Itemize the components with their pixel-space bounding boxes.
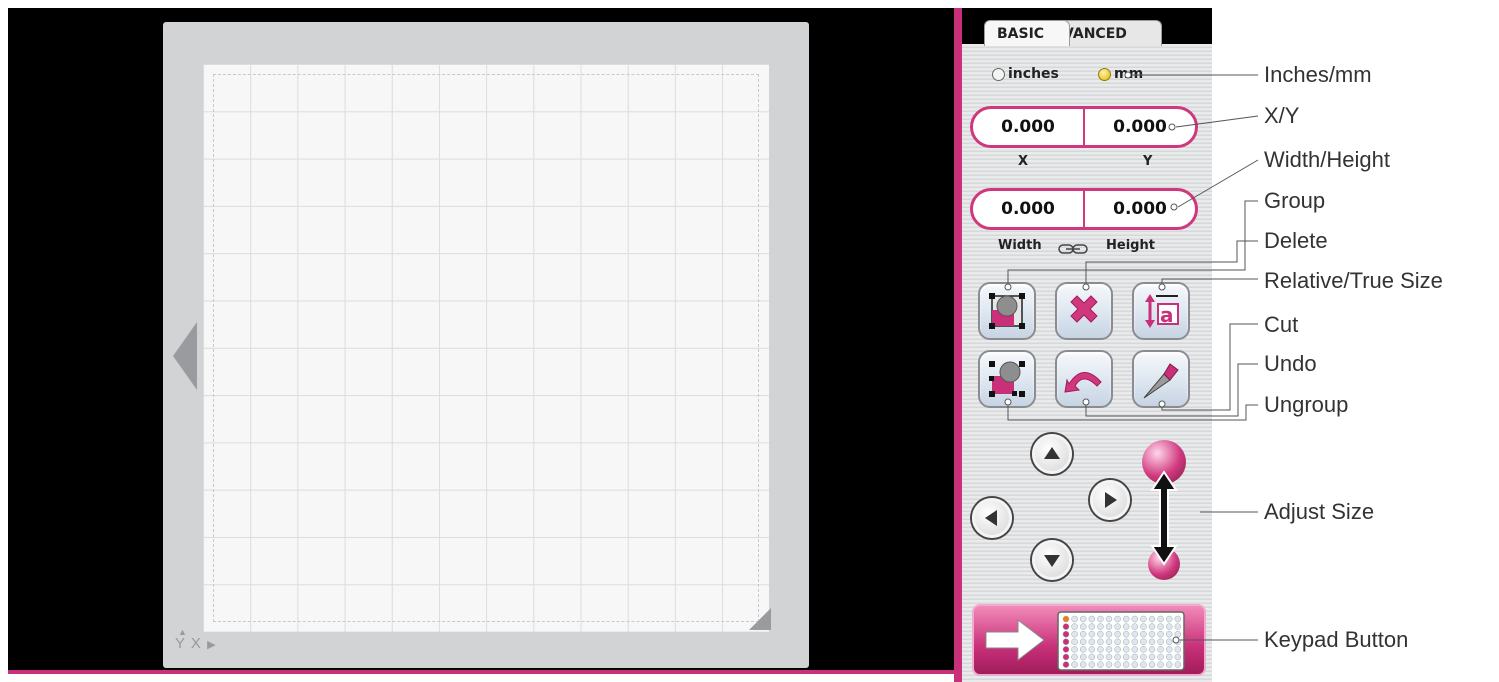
axis-indicator: ▲ Y X ▶ [175, 628, 217, 653]
y-position-input[interactable]: 0.000 [1083, 109, 1195, 145]
callout-ungroup: Ungroup [1264, 392, 1349, 417]
units-inches-label: inches [1008, 66, 1059, 82]
callout-keypad-button: Keypad Button [1264, 627, 1409, 652]
undo-icon [1064, 372, 1102, 393]
cut-button[interactable] [1132, 350, 1190, 408]
callout-cut: Cut [1264, 312, 1299, 337]
height-label: Height [1106, 238, 1155, 253]
move-down-button[interactable] [1032, 540, 1072, 580]
arrow-down-icon [1044, 555, 1060, 567]
keypad-button[interactable] [972, 604, 1206, 676]
ungroup-button[interactable] [978, 350, 1036, 408]
units-mm-radio[interactable]: mm [1098, 66, 1143, 82]
radio-unselected-icon [992, 67, 1005, 81]
radio-selected-icon [1098, 67, 1111, 81]
canvas-area: ▲ Y X ▶ [8, 8, 956, 674]
position-fields: 0.000 0.000 [970, 106, 1198, 148]
x-position-input[interactable]: 0.000 [973, 109, 1083, 145]
height-input[interactable]: 0.000 [1083, 191, 1195, 227]
mat-cut-boundary [213, 74, 759, 622]
mat-grid[interactable] [203, 64, 769, 632]
x-label: X [1018, 154, 1029, 169]
arrow-right-icon [1105, 492, 1117, 508]
blade-icon [1143, 363, 1179, 399]
mat-bottom-accent [8, 670, 956, 674]
arrow-up-icon [1044, 447, 1060, 459]
ungroup-icon [989, 361, 1025, 397]
callout-width-height: Width/Height [1264, 147, 1390, 172]
axis-label: Y X [175, 635, 202, 652]
tab-basic[interactable]: BASIC [984, 20, 1070, 46]
mat-scroll-left-button[interactable] [173, 322, 197, 390]
relative-true-size-button[interactable]: a [1132, 282, 1190, 340]
callout-adjust-size: Adjust Size [1264, 499, 1375, 524]
group-icon [989, 293, 1025, 329]
control-panel: VANCED BASIC inches mm 0.000 0.000 X Y 0… [962, 8, 1212, 682]
keypad-icon [985, 611, 1185, 671]
group-button[interactable] [978, 282, 1036, 340]
mat-corner-tab [749, 608, 771, 630]
callout-xy: X/Y [1264, 103, 1300, 128]
move-left-button[interactable] [972, 498, 1012, 538]
move-up-button[interactable] [1032, 434, 1072, 474]
callout-delete: Delete [1264, 228, 1328, 253]
size-fields: 0.000 0.000 [970, 188, 1198, 230]
units-mm-label: mm [1114, 66, 1144, 82]
svg-text:a: a [1160, 303, 1174, 327]
delete-button[interactable] [1055, 282, 1113, 340]
move-right-button[interactable] [1090, 480, 1130, 520]
adjust-size-arrow-icon[interactable] [1148, 470, 1180, 566]
callout-relative-true-size: Relative/True Size [1264, 268, 1443, 293]
relative-true-size-icon: a [1145, 294, 1179, 328]
width-input[interactable]: 0.000 [973, 191, 1083, 227]
arrow-left-icon [985, 510, 997, 526]
panel-divider [954, 8, 962, 682]
width-label: Width [998, 238, 1042, 253]
aspect-lock-icon[interactable] [1058, 244, 1088, 254]
cutting-mat[interactable]: ▲ Y X ▶ [163, 22, 809, 668]
delete-icon [1070, 295, 1098, 323]
y-label: Y [1143, 154, 1153, 169]
units-inches-radio[interactable]: inches [992, 66, 1059, 82]
callout-undo: Undo [1264, 351, 1317, 376]
undo-button[interactable] [1055, 350, 1113, 408]
x-axis-arrow-icon: ▶ [207, 639, 217, 651]
callout-group: Group [1264, 188, 1326, 213]
callout-inches-mm: Inches/mm [1264, 62, 1372, 87]
